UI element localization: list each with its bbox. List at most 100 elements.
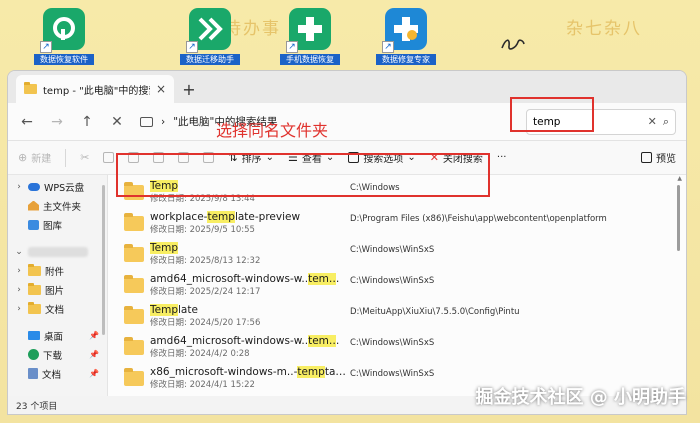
file-name: amd64_microsoft-windows-w..template-...: [150, 335, 346, 347]
new-button[interactable]: ⊕ 新建: [18, 150, 51, 165]
cut-button[interactable]: ✂: [80, 151, 89, 164]
sidebar-scrollbar[interactable]: [102, 185, 105, 335]
folder-icon: [124, 275, 144, 293]
file-name: Template: [150, 304, 198, 316]
folder-icon: [124, 368, 144, 386]
navigation-pane: › WPS云盘 主文件夹 图库 ⌄ › 附件 › 图片 › 文档 桌面 📌 下载 📌 文档 📌: [8, 175, 108, 396]
watermark: 掘金技术社区 @ 小明助手: [475, 387, 686, 408]
file-name: Temp: [150, 242, 178, 254]
sidebar-item-documents[interactable]: › 文档: [8, 299, 107, 318]
preview-button[interactable]: 预览: [641, 150, 676, 165]
sidebar-item-label: 图片: [45, 285, 65, 297]
back-button[interactable]: ←: [14, 109, 40, 135]
content-area: › WPS云盘 主文件夹 图库 ⌄ › 附件 › 图片 › 文档 桌面 📌 下载 📌 文档 📌…: [8, 175, 686, 396]
chevron-right-icon: ›: [161, 115, 166, 128]
desktop-icon-label: 数据迁移助手: [180, 54, 240, 65]
file-row[interactable]: workplace-template-preview 修改日期: 2025/9/5…: [124, 208, 664, 239]
up-button[interactable]: ↑: [74, 109, 100, 135]
sidebar-item-desktop[interactable]: 桌面 📌: [8, 326, 107, 345]
more-button[interactable]: ···: [497, 152, 507, 163]
file-row[interactable]: amd64_microsoft-windows-w..template-... 修…: [124, 332, 664, 363]
copy-button[interactable]: [103, 152, 115, 163]
new-label: 新建: [31, 154, 52, 165]
folder-icon: [124, 213, 144, 231]
sidebar-item-wps-cloud[interactable]: › WPS云盘: [8, 177, 107, 196]
file-list-scrollbar[interactable]: [677, 185, 680, 251]
folder-icon: [28, 282, 41, 295]
modified-date: 修改日期: 2025/2/24 12:17: [150, 287, 261, 297]
sidebar-item-label: 图库: [43, 220, 63, 232]
file-row[interactable]: Temp 修改日期: 2025/8/13 12:32 C:\Windows\Win…: [124, 239, 664, 270]
file-row[interactable]: Template 修改日期: 2024/5/20 17:56 D:\MeituAp…: [124, 301, 664, 332]
desktop-icon-label: 数据恢复软件: [34, 54, 94, 65]
squiggle-decoration: [501, 39, 525, 50]
sidebar-item-downloads[interactable]: 下载 📌: [8, 345, 107, 364]
sidebar-item-attachments[interactable]: › 附件: [8, 261, 107, 280]
copy-icon: [103, 152, 115, 163]
search-highlight-box: [510, 97, 594, 132]
modified-date: 修改日期: 2024/4/2 0:28: [150, 349, 250, 359]
folder-icon: [124, 244, 144, 262]
forward-button[interactable]: →: [44, 109, 70, 135]
preview-label: 预览: [656, 154, 676, 165]
chevron-right-icon: ›: [17, 284, 21, 295]
computer-icon: [140, 116, 153, 127]
data-recovery-app-icon: ↗: [40, 8, 85, 53]
desktop-icon-repair[interactable]: ↗ 数据修复专家: [376, 8, 436, 65]
annotation-text: 选择同名文件夹: [216, 121, 329, 140]
file-row[interactable]: amd64_microsoft-windows-w..template-... 修…: [124, 270, 664, 301]
file-name: amd64_microsoft-windows-w..template-...: [150, 273, 346, 285]
folder-icon: [28, 263, 41, 276]
sidebar-item-label: 附件: [45, 266, 65, 278]
search-icon[interactable]: ⌕: [663, 115, 669, 129]
preview-icon: [641, 152, 652, 163]
shortcut-arrow-icon: ↗: [186, 41, 198, 53]
desktop-icon-phone-recovery[interactable]: ↗ 手机数据恢复: [280, 8, 340, 65]
clear-search-icon[interactable]: ✕: [648, 115, 657, 128]
new-tab-button[interactable]: +: [174, 75, 204, 103]
cancel-button[interactable]: ✕: [104, 109, 130, 135]
scroll-up-arrow-icon[interactable]: ▲: [677, 175, 682, 182]
sidebar-item-documents-quick[interactable]: 文档 📌: [8, 364, 107, 383]
folder-icon: [124, 306, 144, 324]
pin-icon[interactable]: 📌: [89, 350, 99, 359]
search-folder-icon: [24, 82, 37, 94]
modified-date: 修改日期: 2024/5/20 17:56: [150, 318, 261, 328]
migration-app-icon: ↗: [186, 8, 231, 53]
shortcut-arrow-icon: ↗: [40, 41, 52, 53]
file-name: x86_microsoft-windows-m..-temptable-...: [150, 366, 346, 378]
add-circle-icon: ⊕: [18, 151, 28, 164]
home-icon: [28, 200, 39, 211]
phone-recovery-app-icon: ↗: [286, 8, 331, 53]
file-location: D:\Program Files (x86)\Feishu\app\webcon…: [350, 213, 607, 224]
sidebar-item-label: 文档: [45, 304, 65, 316]
file-name: workplace-template-preview: [150, 211, 301, 223]
shortcut-arrow-icon: ↗: [286, 41, 298, 53]
sidebar-item-home[interactable]: 主文件夹: [8, 196, 107, 215]
tab-search-results[interactable]: temp - "此电脑"中的搜索结果 ×: [16, 75, 174, 103]
file-location: C:\Windows\WinSxS: [350, 244, 435, 255]
selection-highlight-box: [116, 153, 490, 197]
pin-icon[interactable]: 📌: [89, 331, 99, 340]
chevron-right-icon: ›: [17, 181, 21, 192]
desktop-icon-migration[interactable]: ↗ 数据迁移助手: [180, 8, 240, 65]
sidebar-item-label: 文档: [42, 369, 62, 381]
file-location: C:\Windows\WinSxS: [350, 337, 435, 348]
desktop-icon-data-recovery[interactable]: ↗ 数据恢复软件: [34, 8, 94, 65]
tab-title: temp - "此电脑"中的搜索结果: [43, 85, 150, 97]
cloud-icon: [28, 182, 40, 191]
file-location: C:\Windows\WinSxS: [350, 368, 435, 379]
sidebar-item-label: 下载: [43, 350, 63, 362]
pin-icon[interactable]: 📌: [89, 369, 99, 378]
repair-app-icon: ↗: [382, 8, 427, 53]
gallery-icon: [28, 219, 39, 230]
folder-icon: [124, 337, 144, 355]
sidebar-item-gallery[interactable]: 图库: [8, 215, 107, 234]
chevron-right-icon: ›: [17, 303, 21, 314]
sidebar-item-user[interactable]: ⌄: [8, 242, 107, 261]
close-tab-icon[interactable]: ×: [156, 82, 166, 96]
redacted-username: [28, 246, 88, 257]
sidebar-item-label: WPS云盘: [44, 182, 85, 194]
sidebar-item-pictures[interactable]: › 图片: [8, 280, 107, 299]
desktop-icon: [28, 331, 40, 340]
